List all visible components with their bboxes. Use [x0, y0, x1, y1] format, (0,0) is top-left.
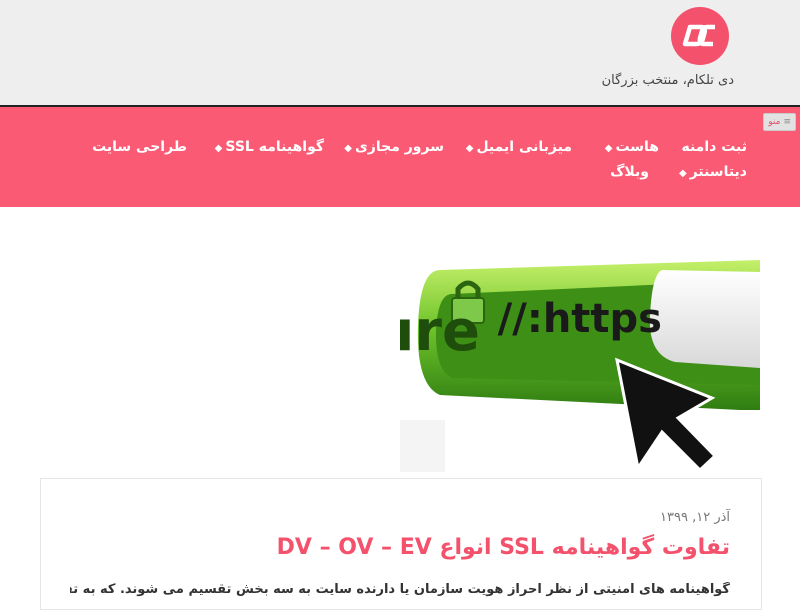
dropdown-arrow-icon: ◆: [214, 143, 223, 154]
https-text: https://: [498, 296, 662, 342]
menu-toggle-label: منو: [768, 117, 781, 127]
nav-item-web-design[interactable]: طراحی سایت: [92, 138, 187, 156]
nav-item-label: وبلاگ: [610, 164, 649, 180]
menu-toggle-button[interactable]: ≡منو: [763, 113, 796, 131]
nav-item-datacenter[interactable]: دیتاسنتر◆: [679, 163, 747, 183]
secure-https-illustration: Secure https://: [400, 260, 760, 472]
nav-item-label: ثبت دامنه: [681, 139, 747, 155]
dropdown-arrow-icon: ◆: [604, 143, 613, 154]
nav-item-label: هاست: [615, 139, 659, 155]
site-tagline: دی تلکام، منتخب بزرگان: [601, 73, 734, 88]
main-navbar: ≡منو ثبت دامنه هاست◆ میزبانی ایمیل◆ سرور…: [0, 107, 800, 207]
dropdown-arrow-icon: ◆: [465, 143, 474, 154]
site-logo[interactable]: [671, 7, 729, 65]
dropdown-arrow-icon: ◆: [344, 143, 352, 154]
nav-item-blog[interactable]: وبلاگ: [610, 163, 649, 181]
secure-text: Secure: [400, 299, 480, 364]
nav-item-ssl[interactable]: گواهینامه SSL◆: [215, 138, 324, 158]
post-featured-image[interactable]: Secure https://: [400, 250, 760, 472]
post-excerpt: گواهینامه های امنیتی از نظر احراز هویت س…: [70, 582, 730, 597]
nav-item-label: طراحی سایت: [92, 139, 187, 155]
nav-item-vps[interactable]: سرور مجازی◆: [344, 138, 444, 158]
nav-item-label: سرور مجازی: [354, 139, 444, 155]
nav-item-host[interactable]: هاست◆: [605, 138, 659, 158]
dropdown-arrow-icon: ◆: [678, 168, 687, 179]
logo-mark-icon: [682, 24, 715, 47]
site-header: دی تلکام، منتخب بزرگان: [0, 0, 800, 105]
nav-item-label: دیتاسنتر: [689, 164, 747, 180]
nav-item-label: میزبانی ایمیل: [476, 139, 572, 155]
post-date: آذر ۱۲, ۱۳۹۹: [660, 510, 730, 525]
post-title[interactable]: تفاوت گواهینامه SSL انواع DV – OV – EV: [277, 535, 730, 560]
hamburger-icon: ≡: [783, 117, 791, 127]
nav-item-email-hosting[interactable]: میزبانی ایمیل◆: [466, 138, 572, 158]
nav-item-label: گواهینامه SSL: [225, 139, 324, 155]
nav-item-domain[interactable]: ثبت دامنه: [681, 138, 747, 156]
